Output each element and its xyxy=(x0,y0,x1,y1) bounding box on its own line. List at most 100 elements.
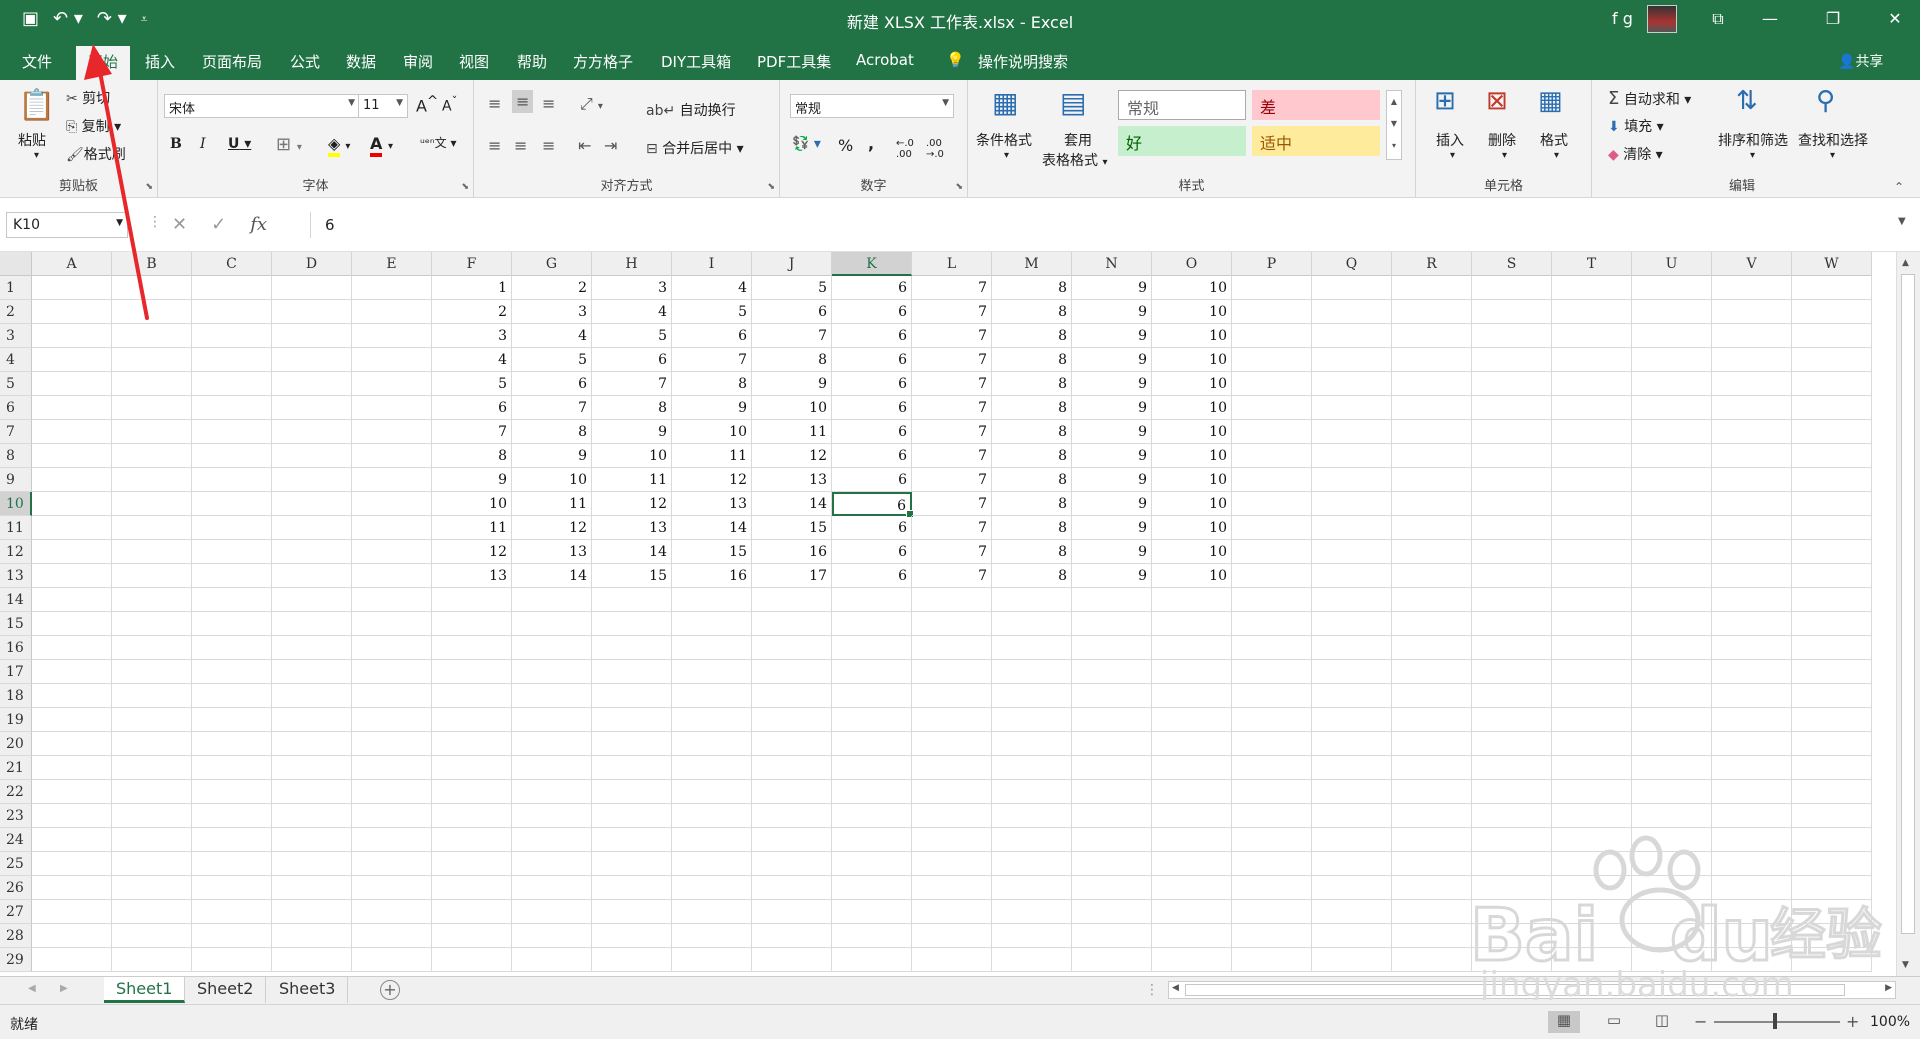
cell[interactable] xyxy=(912,660,992,684)
cell[interactable] xyxy=(112,876,192,900)
cell[interactable] xyxy=(1152,684,1232,708)
italic-button[interactable]: I xyxy=(200,136,206,152)
cell[interactable] xyxy=(1552,684,1632,708)
cell[interactable] xyxy=(1232,396,1312,420)
active-cell[interactable]: 6 xyxy=(832,492,914,518)
cell[interactable] xyxy=(672,684,752,708)
cell[interactable] xyxy=(1472,396,1552,420)
cell[interactable]: 6 xyxy=(832,540,912,564)
cell[interactable] xyxy=(592,852,672,876)
cell[interactable]: 3 xyxy=(592,276,672,300)
cell[interactable] xyxy=(1392,852,1472,876)
cell[interactable]: 8 xyxy=(992,444,1072,468)
cell[interactable] xyxy=(1232,732,1312,756)
align-center-icon[interactable]: ≡ xyxy=(514,136,527,155)
row-header[interactable]: 28 xyxy=(0,924,32,948)
cell[interactable] xyxy=(752,780,832,804)
cell[interactable] xyxy=(32,780,112,804)
column-header-h[interactable]: H xyxy=(592,252,672,276)
cell[interactable] xyxy=(352,372,432,396)
cell[interactable] xyxy=(1232,804,1312,828)
cell[interactable] xyxy=(832,780,912,804)
select-all-corner[interactable] xyxy=(0,252,32,276)
cell[interactable]: 8 xyxy=(992,324,1072,348)
cell[interactable] xyxy=(1152,756,1232,780)
cell[interactable]: 8 xyxy=(992,540,1072,564)
column-header-u[interactable]: U xyxy=(1632,252,1712,276)
cell[interactable] xyxy=(1392,444,1472,468)
cell[interactable] xyxy=(272,732,352,756)
column-header-k[interactable]: K xyxy=(832,252,912,276)
row-header[interactable]: 17 xyxy=(0,660,32,684)
cell[interactable] xyxy=(1392,804,1472,828)
cell[interactable] xyxy=(1312,684,1392,708)
cell[interactable] xyxy=(752,948,832,972)
column-header-c[interactable]: C xyxy=(192,252,272,276)
cell[interactable]: 10 xyxy=(432,492,512,516)
cell[interactable] xyxy=(32,660,112,684)
cell[interactable] xyxy=(272,876,352,900)
cell[interactable] xyxy=(1232,348,1312,372)
format-cells-icon[interactable]: ▦ xyxy=(1538,86,1563,116)
cell[interactable] xyxy=(912,780,992,804)
cell[interactable] xyxy=(1632,924,1712,948)
cell[interactable] xyxy=(352,540,432,564)
cell[interactable] xyxy=(1312,372,1392,396)
cell[interactable]: 7 xyxy=(912,420,992,444)
increase-decimal-icon[interactable]: ←.0.00 xyxy=(896,138,914,160)
cell[interactable]: 13 xyxy=(752,468,832,492)
cell[interactable] xyxy=(272,348,352,372)
column-header-p[interactable]: P xyxy=(1232,252,1312,276)
cell[interactable] xyxy=(912,876,992,900)
cell[interactable] xyxy=(112,804,192,828)
cell[interactable] xyxy=(1232,324,1312,348)
cell[interactable] xyxy=(272,468,352,492)
row-header[interactable]: 26 xyxy=(0,876,32,900)
cell[interactable]: 5 xyxy=(512,348,592,372)
cell[interactable] xyxy=(672,828,752,852)
cell[interactable] xyxy=(752,828,832,852)
cell[interactable] xyxy=(992,708,1072,732)
cell[interactable] xyxy=(272,948,352,972)
cell[interactable] xyxy=(32,276,112,300)
column-header-s[interactable]: S xyxy=(1472,252,1552,276)
cell[interactable] xyxy=(192,660,272,684)
cell[interactable] xyxy=(832,732,912,756)
cell[interactable] xyxy=(1072,780,1152,804)
cell[interactable]: 6 xyxy=(832,300,912,324)
cell[interactable] xyxy=(1072,948,1152,972)
cell[interactable] xyxy=(272,276,352,300)
row-header[interactable]: 27 xyxy=(0,900,32,924)
cell[interactable]: 10 xyxy=(1152,396,1232,420)
cell[interactable]: 10 xyxy=(672,420,752,444)
cell[interactable] xyxy=(1232,828,1312,852)
cell[interactable] xyxy=(672,588,752,612)
autosum-button[interactable]: Σ 自动求和 ▾ xyxy=(1608,88,1691,109)
cell[interactable] xyxy=(192,372,272,396)
cell[interactable] xyxy=(912,732,992,756)
cell[interactable]: 7 xyxy=(912,516,992,540)
cell[interactable] xyxy=(1232,708,1312,732)
cell[interactable] xyxy=(1392,300,1472,324)
format-as-table-button[interactable]: 套用 xyxy=(1064,130,1092,150)
phonetic-guide-button[interactable]: ᵘᵉⁿ文 ▾ xyxy=(420,134,457,151)
cell[interactable]: 9 xyxy=(1072,348,1152,372)
cell[interactable] xyxy=(32,900,112,924)
cell[interactable] xyxy=(1632,420,1712,444)
cell[interactable] xyxy=(432,732,512,756)
cell[interactable]: 9 xyxy=(1072,276,1152,300)
column-header-g[interactable]: G xyxy=(512,252,592,276)
cell[interactable] xyxy=(1632,636,1712,660)
cell[interactable] xyxy=(1072,660,1152,684)
cell[interactable] xyxy=(1712,636,1792,660)
cell[interactable]: 6 xyxy=(512,372,592,396)
cell[interactable] xyxy=(432,804,512,828)
cell[interactable] xyxy=(1312,588,1392,612)
cell[interactable] xyxy=(192,708,272,732)
cell[interactable] xyxy=(1552,276,1632,300)
cell[interactable] xyxy=(1712,852,1792,876)
cell[interactable] xyxy=(112,924,192,948)
cell[interactable] xyxy=(832,876,912,900)
cell[interactable] xyxy=(1792,300,1872,324)
cell[interactable] xyxy=(512,876,592,900)
